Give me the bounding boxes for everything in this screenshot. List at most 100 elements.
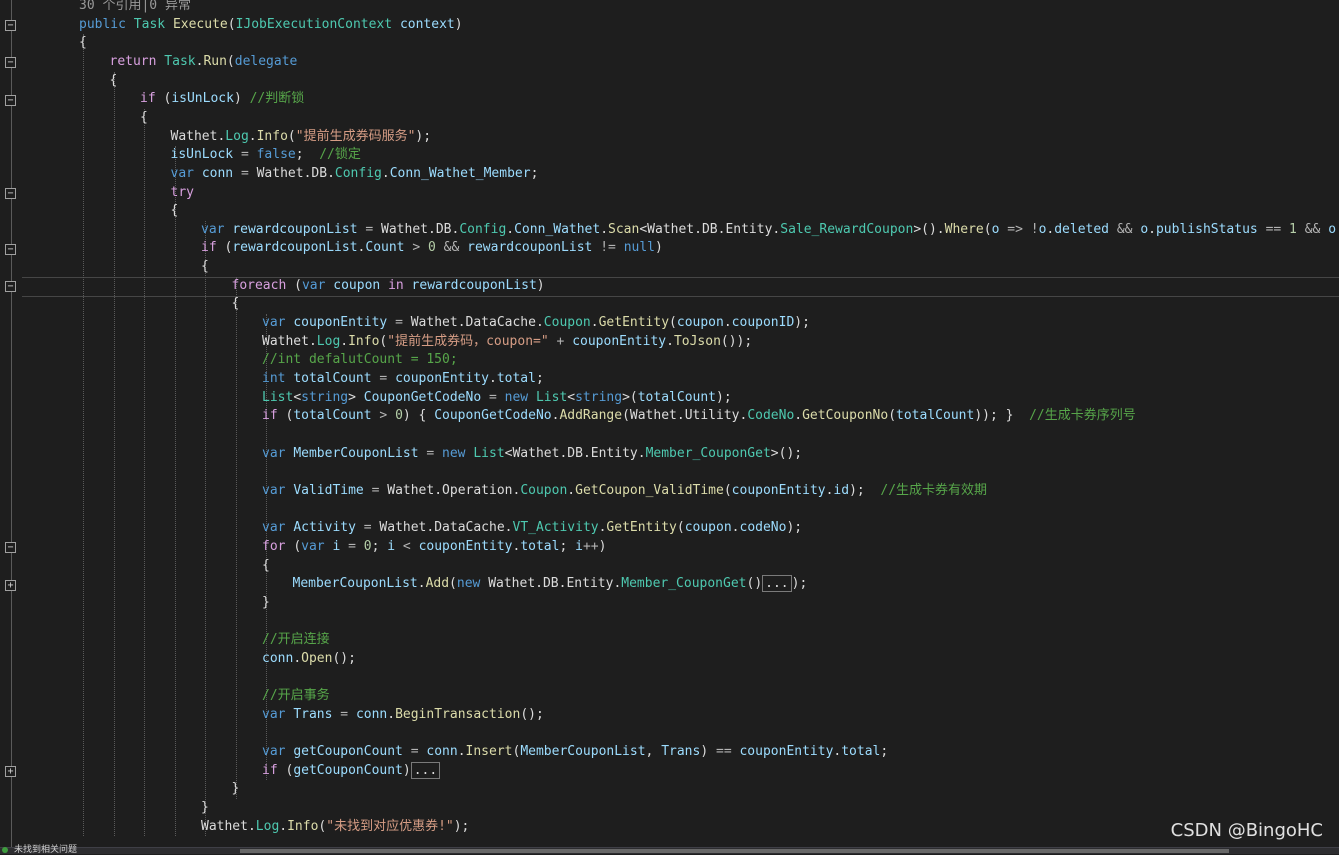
code-token: var (262, 482, 294, 498)
code-line[interactable]: { (110, 72, 118, 91)
code-line[interactable]: //开启连接 (262, 631, 330, 650)
collapsed-region-button[interactable]: ... (762, 575, 792, 593)
code-token: ( (293, 538, 302, 554)
code-token: totalCount (896, 408, 975, 424)
code-token: = (348, 538, 364, 554)
collapse-icon[interactable]: − (5, 542, 16, 554)
code-line[interactable]: int totalCount = couponEntity.total; (262, 370, 544, 389)
code-token: Add (425, 576, 450, 592)
code-token: DB (435, 221, 452, 237)
code-token: ( (888, 408, 897, 424)
collapse-icon[interactable]: − (5, 281, 16, 293)
code-line[interactable]: Wathet.Log.Info("提前生成券码服务"); (171, 128, 432, 147)
code-token: . (293, 650, 302, 666)
collapse-icon[interactable]: − (5, 243, 16, 255)
code-line[interactable]: Wathet.Log.Info("未找到对应优惠券!"); (201, 818, 469, 837)
code-editor[interactable]: − − − − − − − + + 30 个引用|0 异常 public Task Execute… (0, 0, 1339, 848)
code-token: < (639, 221, 648, 237)
code-line[interactable]: if (getCouponCount)... (262, 761, 441, 781)
code-token: . (488, 371, 497, 386)
code-line[interactable]: var conn = Wathet.DB.Config.Conn_Wathet_… (171, 165, 539, 184)
code-token: > (348, 389, 364, 405)
code-line[interactable]: } (201, 799, 209, 818)
collapse-icon[interactable]: − (5, 20, 16, 32)
collapsed-region-button[interactable]: ... (410, 761, 441, 779)
code-line[interactable]: { (171, 202, 179, 221)
code-token: Wathet (170, 128, 218, 144)
code-line[interactable]: foreach (var coupon in rewardcouponList) (232, 277, 545, 296)
watermark: CSDN @BingoHC (1170, 820, 1323, 841)
code-line[interactable]: try (171, 184, 194, 203)
code-token: Log (316, 333, 341, 349)
code-token: isUnLock (170, 147, 241, 163)
code-token: = (410, 744, 427, 759)
code-line[interactable]: List<string> CouponGetCodeNo = new List<… (262, 389, 732, 408)
horizontal-scrollbar[interactable] (240, 849, 1229, 853)
code-token: try (170, 184, 194, 200)
code-line[interactable]: var couponEntity = Wathet.DataCache.Coup… (262, 314, 810, 333)
code-token: Config (334, 165, 382, 181)
code-token: var (301, 538, 333, 554)
collapse-icon[interactable]: − (5, 188, 16, 199)
indent-guide (174, 146, 176, 837)
code-line[interactable]: var ValidTime = Wathet.Operation.Coupon.… (262, 482, 987, 501)
code-line[interactable]: { (201, 258, 209, 277)
code-token: getCouponCount (293, 744, 411, 759)
code-line[interactable]: for (var i = 0; i < couponEntity.total; … (262, 538, 606, 557)
expand-icon[interactable]: + (5, 579, 16, 591)
code-line[interactable]: } (262, 594, 270, 613)
expand-icon[interactable]: + (5, 766, 16, 778)
code-area[interactable]: 30 个引用|0 异常 public Task Execute(IJobExecu… (22, 0, 1339, 848)
code-line[interactable]: //int defalutCount = 150; (262, 351, 458, 370)
code-token: . (694, 221, 702, 237)
code-line[interactable]: var MemberCouponList = new List<Wathet.D… (262, 445, 802, 464)
code-line[interactable]: conn.Open(); (262, 650, 356, 669)
code-token: //判断锁 (249, 91, 305, 107)
code-token: ) (700, 744, 716, 759)
code-line[interactable]: public Task Execute(IJobExecutionContext… (79, 16, 463, 35)
code-token: = (379, 371, 396, 386)
code-line[interactable]: var Trans = conn.BeginTransaction(); (262, 706, 544, 725)
code-token: new (504, 389, 536, 405)
indent-guide (144, 108, 145, 837)
code-line[interactable]: var rewardcouponList = Wathet.DB.Config.… (201, 221, 1339, 240)
code-line[interactable]: { (79, 34, 87, 53)
code-line[interactable]: return Task.Run(delegate (110, 53, 298, 72)
code-token: { (201, 259, 209, 275)
code-line[interactable]: var getCouponCount = conn.Insert(MemberC… (262, 743, 888, 762)
collapse-icon[interactable]: − (5, 94, 16, 106)
code-token: = (365, 221, 382, 237)
code-token: . (434, 482, 443, 498)
code-token: List (473, 445, 505, 461)
code-token: //生成卡券序列号 (1029, 408, 1136, 424)
code-line[interactable]: 30 个引用|0 异常 (79, 0, 191, 16)
code-line[interactable]: { (140, 109, 148, 128)
code-token: DB (567, 445, 583, 461)
code-line[interactable]: //开启事务 (262, 687, 330, 706)
code-token: total (520, 538, 560, 554)
code-token: Scan (608, 221, 640, 237)
code-token: Wathet (387, 482, 435, 498)
code-line[interactable]: isUnLock = false; //锁定 (171, 146, 361, 165)
code-token: new (442, 445, 474, 461)
code-token: . (794, 408, 803, 424)
code-line[interactable]: var Activity = Wathet.DataCache.VT_Activ… (262, 519, 802, 538)
code-line[interactable]: } (232, 780, 240, 799)
code-line[interactable]: Wathet.Log.Info("提前生成券码，coupon=" + coupo… (262, 333, 752, 352)
code-line[interactable]: { (232, 295, 240, 314)
code-token: ); (415, 128, 432, 144)
code-token: if (140, 91, 164, 107)
code-token: . (340, 333, 349, 349)
code-line[interactable]: if (isUnLock) //判断锁 (140, 90, 304, 109)
code-token: . (308, 333, 317, 349)
code-token: var (262, 706, 294, 722)
code-token: delegate (234, 53, 298, 69)
code-token: Config (459, 221, 507, 237)
code-line[interactable]: { (262, 557, 270, 576)
collapse-icon[interactable]: − (5, 57, 16, 69)
code-line[interactable]: MemberCouponList.Add(new Wathet.DB.Entit… (293, 575, 807, 594)
code-line[interactable]: if (totalCount > 0) { CouponGetCodeNo.Ad… (262, 407, 1136, 426)
code-line[interactable]: if (rewardcouponList.Count > 0 && reward… (201, 239, 663, 258)
code-token: conn (426, 744, 458, 759)
code-token: string (301, 389, 349, 405)
